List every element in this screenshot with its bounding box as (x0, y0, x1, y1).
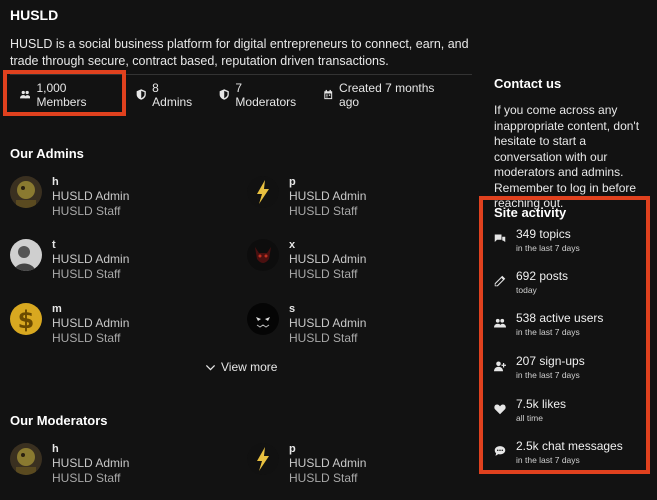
moderator-username[interactable]: p (289, 443, 296, 455)
moderator-title: HUSLD Admin (289, 456, 367, 470)
avatar: $ (10, 303, 42, 335)
admin-group: HUSLD Staff (52, 204, 121, 218)
chat-icon (494, 446, 506, 456)
activity-signups: 207 sign-ups in the last 7 days (494, 354, 644, 384)
avatar (10, 176, 42, 208)
activity-period: in the last 7 days (516, 455, 580, 465)
community-title: HUSLD (10, 7, 59, 23)
moderators-heading: Our Moderators (10, 413, 108, 428)
moderator-card[interactable]: h HUSLD Admin HUSLD Staff (10, 443, 210, 491)
moderator-username[interactable]: h (52, 443, 59, 455)
user-plus-icon (494, 361, 506, 372)
view-more-label: View more (221, 360, 278, 374)
svg-text:$: $ (18, 306, 35, 334)
moderator-group: HUSLD Staff (289, 471, 358, 485)
users-icon (494, 318, 506, 328)
shield-icon (136, 89, 146, 100)
calendar-icon (323, 89, 332, 100)
heart-icon (494, 404, 506, 415)
activity-value: 2.5k chat messages (516, 439, 623, 453)
activity-posts: 692 posts today (494, 269, 644, 299)
admin-title: HUSLD Admin (289, 252, 367, 266)
pencil-icon (494, 275, 506, 287)
shield-icon (219, 89, 229, 100)
activity-period: in the last 7 days (516, 370, 580, 380)
members-highlight-box (3, 70, 126, 116)
created-date: Created 7 months ago (339, 80, 435, 109)
admin-username[interactable]: h (52, 176, 59, 188)
view-more-button[interactable]: View more (205, 360, 277, 374)
admin-card[interactable]: t HUSLD Admin HUSLD Staff (10, 239, 210, 287)
activity-value: 7.5k likes (516, 397, 567, 411)
site-activity-heading: Site activity (494, 205, 567, 220)
activity-active-users: 538 active users in the last 7 days (494, 311, 644, 341)
admin-card[interactable]: h HUSLD Admin HUSLD Staff (10, 176, 210, 224)
activity-topics: 349 topics in the last 7 days (494, 227, 644, 257)
activity-period: all time (516, 413, 543, 423)
avatar (247, 443, 279, 475)
admin-title: HUSLD Admin (52, 252, 130, 266)
activity-period: in the last 7 days (516, 327, 580, 337)
admin-group: HUSLD Staff (289, 204, 358, 218)
moderators-stat[interactable]: 7 Moderators (219, 81, 303, 109)
avatar (247, 303, 279, 335)
moderator-title: HUSLD Admin (52, 456, 130, 470)
activity-likes: 7.5k likes all time (494, 397, 644, 427)
admin-username[interactable]: s (289, 303, 295, 315)
activity-value: 207 sign-ups (516, 354, 585, 368)
topics-icon (494, 234, 506, 242)
avatar (247, 176, 279, 208)
community-description: HUSLD is a social business platform for … (10, 37, 469, 68)
admins-heading: Our Admins (10, 146, 84, 161)
chevron-down-icon (205, 364, 216, 370)
admin-title: HUSLD Admin (52, 316, 130, 330)
avatar (10, 239, 42, 271)
avatar (247, 239, 279, 271)
admin-title: HUSLD Admin (52, 189, 130, 203)
contact-heading: Contact us (494, 76, 562, 91)
admin-card[interactable]: $ m HUSLD Admin HUSLD Staff (10, 303, 210, 351)
admin-title: HUSLD Admin (289, 316, 367, 330)
admin-group: HUSLD Staff (52, 267, 121, 281)
activity-chat-messages: 2.5k chat messages in the last 7 days (494, 439, 644, 469)
activity-value: 692 posts (516, 269, 569, 283)
created-stat: Created 7 months ago (323, 81, 452, 109)
admin-card[interactable]: s HUSLD Admin HUSLD Staff (247, 303, 447, 351)
moderator-card[interactable]: p HUSLD Admin HUSLD Staff (247, 443, 447, 491)
admin-group: HUSLD Staff (52, 331, 121, 345)
admin-username[interactable]: m (52, 303, 62, 315)
admin-username[interactable]: x (289, 239, 295, 251)
admins-count: 8 Admins (152, 80, 193, 109)
activity-period: today (516, 285, 537, 295)
activity-period: in the last 7 days (516, 243, 580, 253)
admins-stat[interactable]: 8 Admins (136, 81, 199, 109)
admin-card[interactable]: x HUSLD Admin HUSLD Staff (247, 239, 447, 287)
activity-value: 538 active users (516, 311, 604, 325)
activity-value: 349 topics (516, 227, 571, 241)
moderators-count: 7 Moderators (235, 80, 297, 109)
avatar (10, 443, 42, 475)
moderator-group: HUSLD Staff (52, 471, 121, 485)
admin-username[interactable]: t (52, 239, 56, 251)
admin-group: HUSLD Staff (289, 267, 358, 281)
admin-title: HUSLD Admin (289, 189, 367, 203)
admin-username[interactable]: p (289, 176, 296, 188)
admin-card[interactable]: p HUSLD Admin HUSLD Staff (247, 176, 447, 224)
admin-group: HUSLD Staff (289, 331, 358, 345)
